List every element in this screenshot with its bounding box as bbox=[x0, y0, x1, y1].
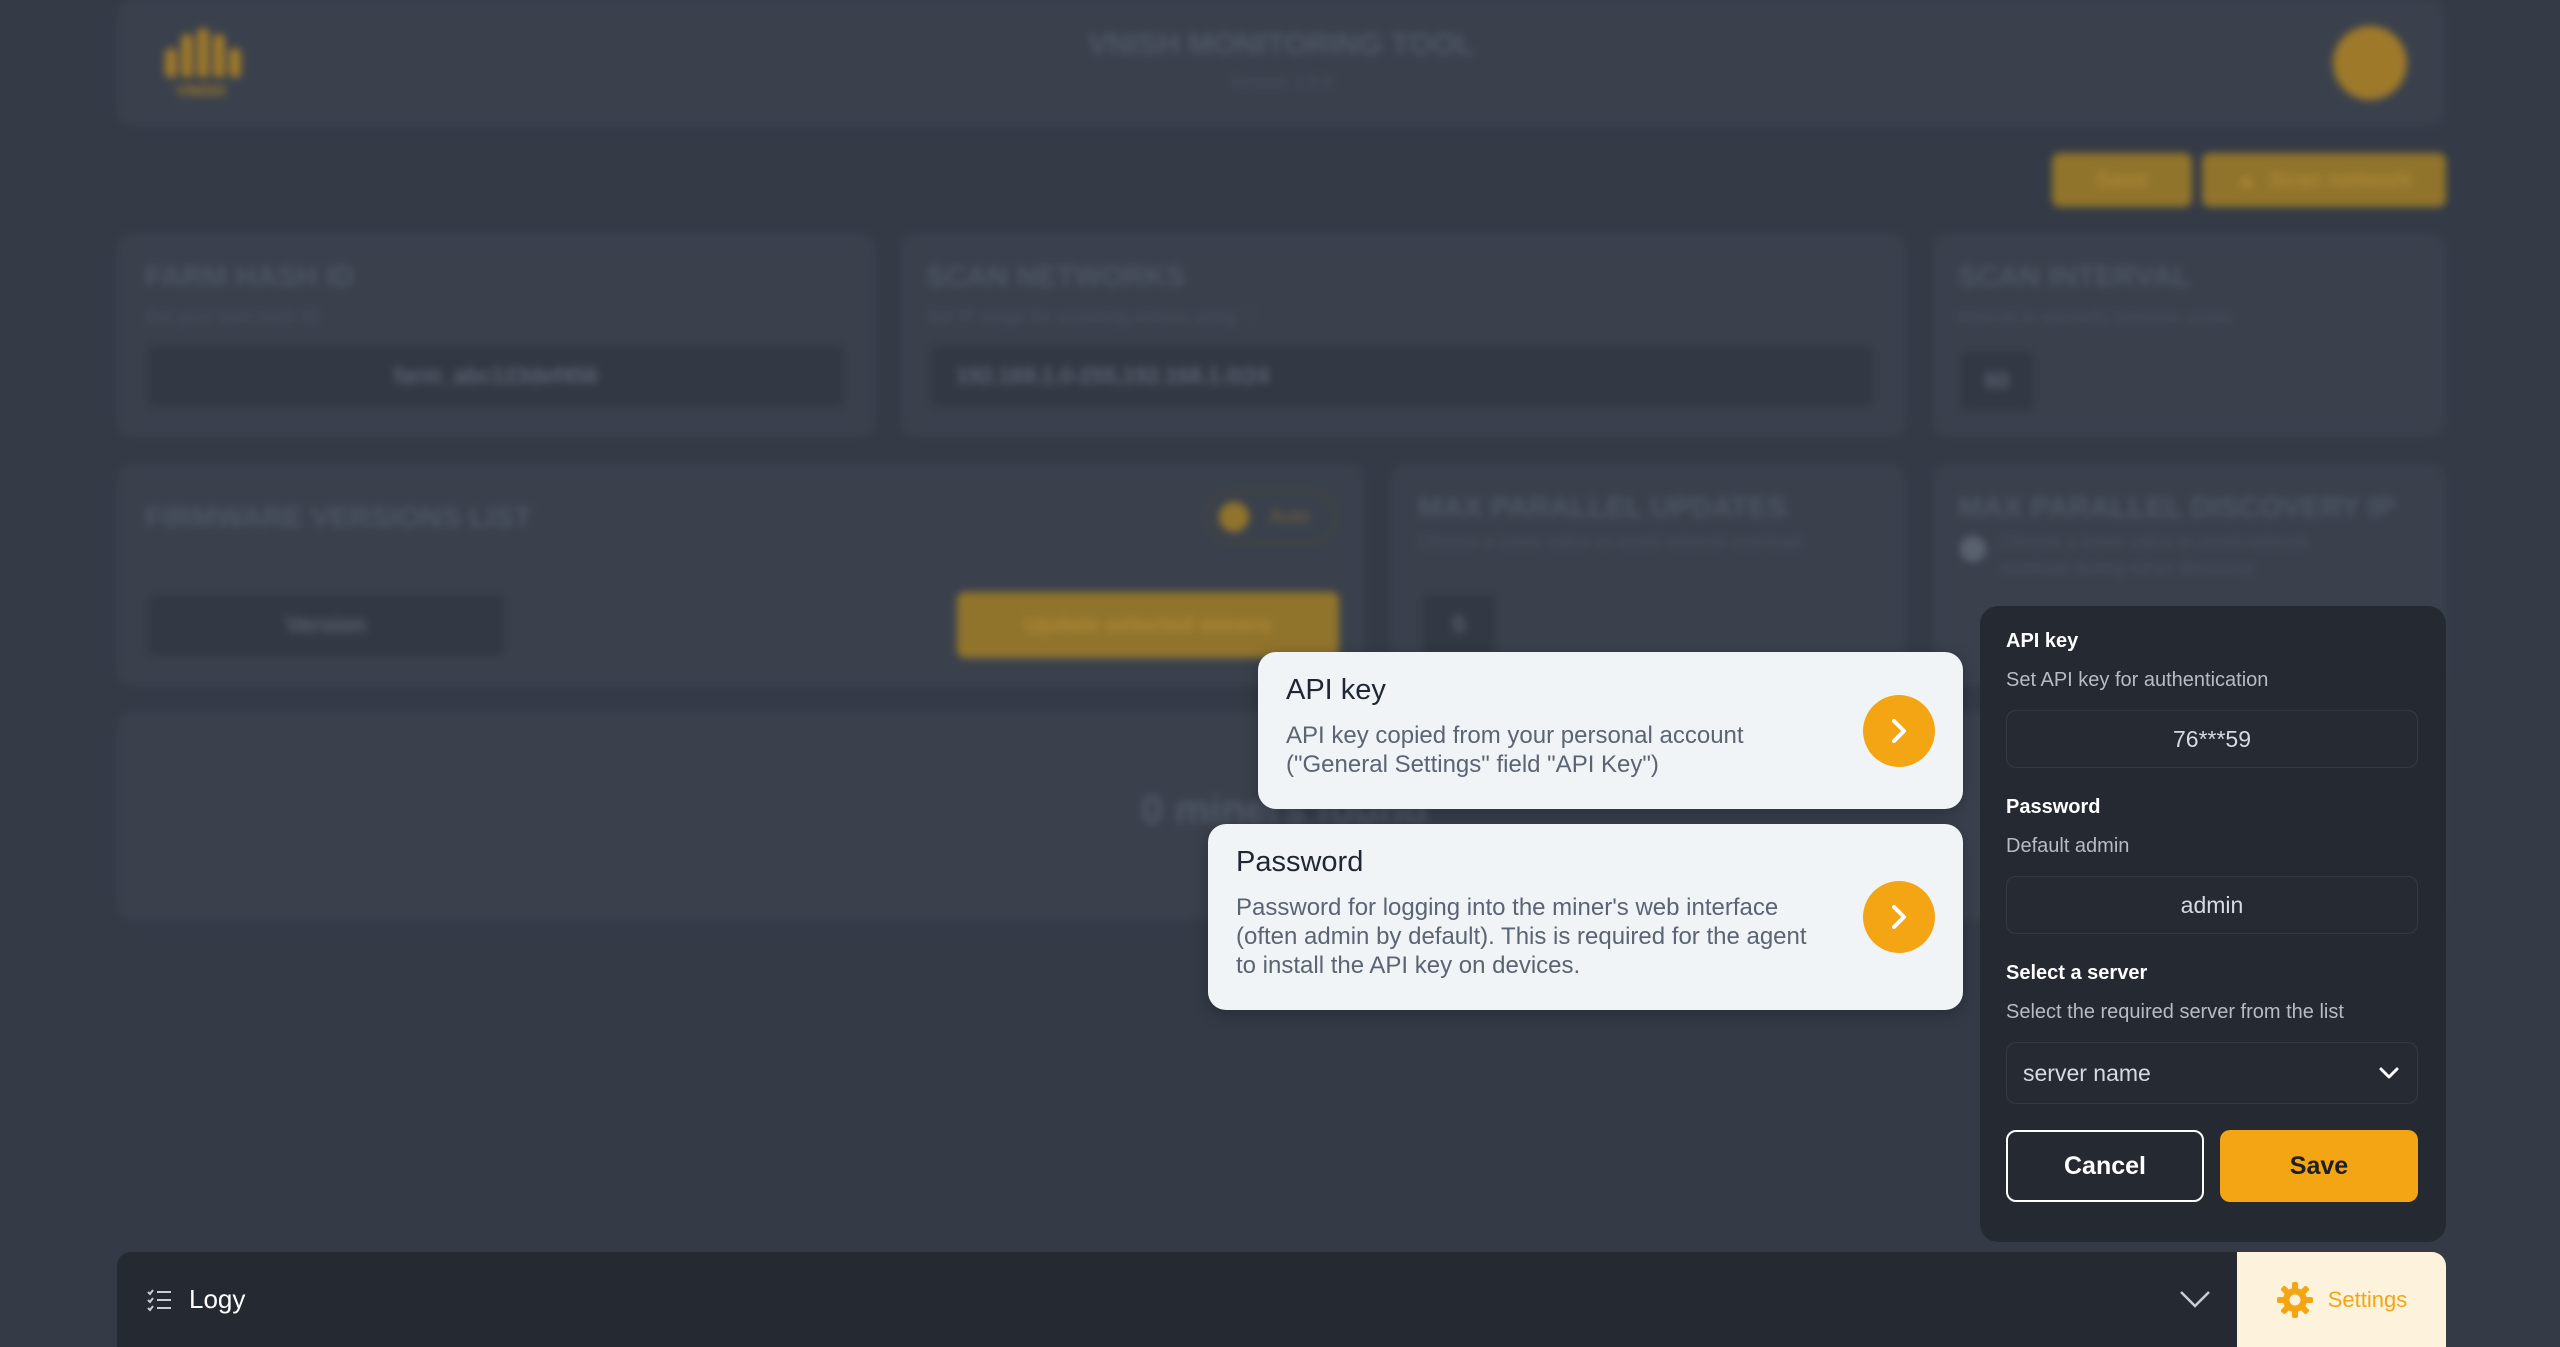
settings-tab[interactable]: Settings bbox=[2237, 1252, 2446, 1347]
password-label: Password bbox=[2006, 796, 2101, 818]
password-input[interactable]: admin bbox=[2006, 876, 2418, 934]
settings-panel: API key Set API key for authentication 7… bbox=[1980, 606, 2446, 1242]
api-key-next-button[interactable] bbox=[1863, 694, 1935, 767]
chevron-right-icon bbox=[1892, 905, 1906, 929]
password-tooltip-line3: to install the API key on devices. bbox=[1236, 952, 1581, 979]
chevron-down-icon[interactable] bbox=[2177, 1280, 2213, 1316]
password-tooltip-title: Password bbox=[1236, 846, 1364, 878]
settings-label: Settings bbox=[2327, 1286, 2408, 1312]
password-tooltip-line1: Password for logging into the miner's we… bbox=[1236, 894, 1779, 921]
api-key-label: API key bbox=[2006, 630, 2079, 652]
api-key-input[interactable]: 76***59 bbox=[2006, 710, 2418, 768]
api-key-tooltip: API key API key copied from your persona… bbox=[1258, 652, 1963, 809]
logs-bar[interactable]: Logy bbox=[117, 1252, 2237, 1347]
password-hint: Default admin bbox=[2006, 835, 2130, 857]
server-hint: Select the required server from the list bbox=[2006, 1001, 2344, 1023]
password-tooltip: Password Password for logging into the m… bbox=[1208, 824, 1963, 1010]
gear-icon bbox=[2276, 1281, 2313, 1318]
cancel-button[interactable]: Cancel bbox=[2006, 1130, 2204, 1202]
api-key-hint: Set API key for authentication bbox=[2006, 669, 2269, 691]
logs-label: Logy bbox=[189, 1284, 246, 1314]
chevron-down-icon bbox=[2379, 1067, 2399, 1079]
api-key-tooltip-line2: ("General Settings" field "API Key") bbox=[1286, 751, 1659, 778]
server-label: Select a server bbox=[2006, 962, 2148, 984]
api-key-tooltip-line1: API key copied from your personal accoun… bbox=[1286, 722, 1744, 749]
chevron-right-icon bbox=[1892, 718, 1906, 743]
server-select-value: server name bbox=[2023, 1059, 2151, 1086]
password-tooltip-line2: (often admin by default). This is requir… bbox=[1236, 923, 1807, 950]
save-button[interactable]: Save bbox=[2220, 1130, 2418, 1202]
password-next-button[interactable] bbox=[1863, 881, 1935, 953]
server-select[interactable]: server name bbox=[2006, 1042, 2418, 1104]
api-key-tooltip-title: API key bbox=[1286, 674, 1386, 706]
list-icon bbox=[147, 1288, 171, 1312]
